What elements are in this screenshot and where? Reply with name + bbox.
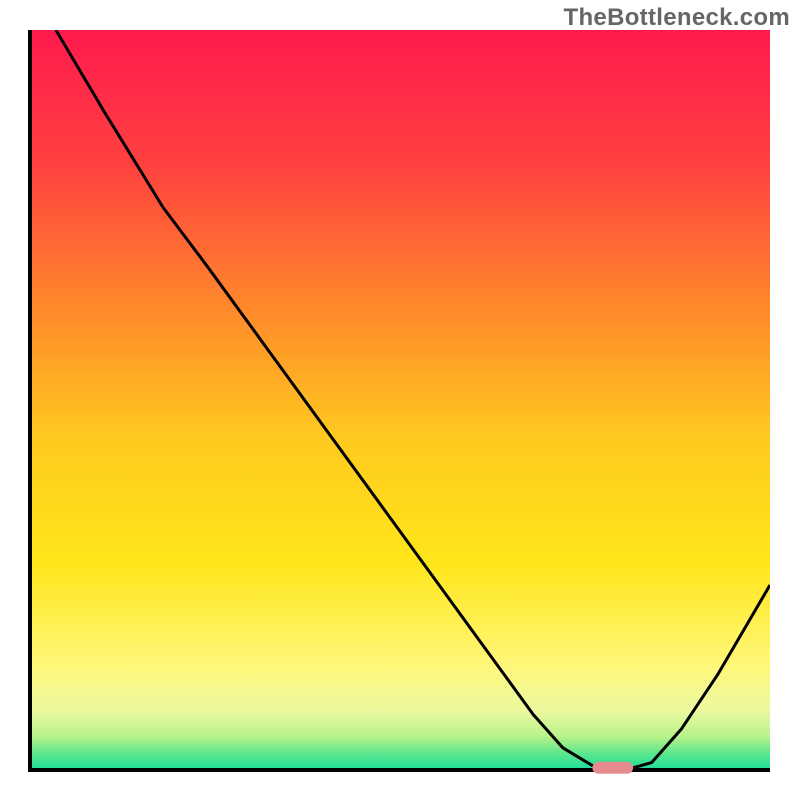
pink-marker [592,762,633,774]
watermark-text: TheBottleneck.com [564,4,790,32]
bottleneck-chart [0,0,800,800]
chart-frame: TheBottleneck.com [0,0,800,800]
background-gradient [30,30,770,770]
